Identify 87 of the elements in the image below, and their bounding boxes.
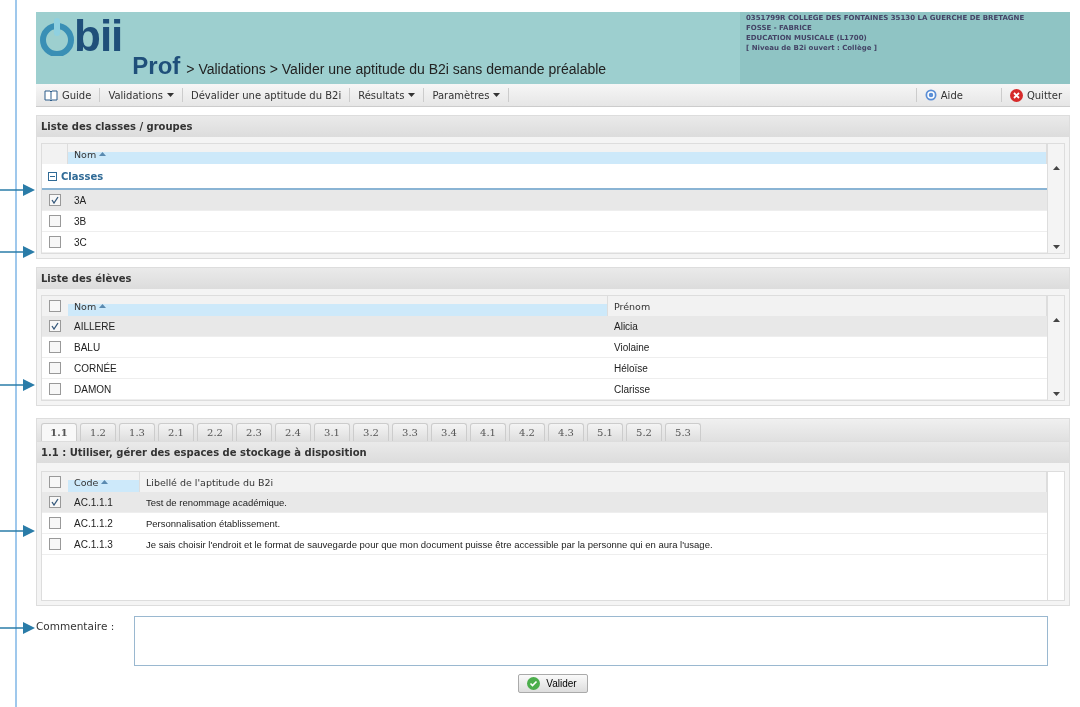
checkbox[interactable] (49, 300, 61, 312)
caret-icon (493, 92, 501, 98)
tab[interactable]: 3.2 (353, 423, 389, 441)
table-cell-text: Alicia (613, 320, 639, 332)
menu-item[interactable]: Paramètres (424, 88, 510, 102)
table-cell-text: Test de renommage académique. (145, 496, 288, 508)
group-label: Classes (61, 170, 104, 182)
checkbox[interactable] (49, 215, 61, 227)
column-header[interactable]: Nom (68, 296, 608, 316)
checkbox[interactable] (49, 236, 61, 248)
sort-ascending-icon (101, 480, 109, 484)
tab[interactable]: 5.2 (626, 423, 662, 441)
scroll-up-icon[interactable] (1052, 166, 1060, 170)
tab[interactable]: 4.3 (548, 423, 584, 441)
checkbox[interactable] (49, 341, 61, 353)
checkbox[interactable] (49, 194, 61, 206)
scroll-down-icon[interactable] (1052, 245, 1060, 249)
checkbox[interactable] (49, 476, 61, 488)
caret-icon (408, 92, 416, 98)
checkbox[interactable] (49, 320, 61, 332)
panel-title: 1.1 : Utiliser, gérer des espaces de stockage à disposition (37, 442, 1069, 463)
comment-label: Commentaire : (36, 619, 116, 634)
checkbox[interactable] (49, 517, 61, 529)
tab[interactable]: 2.3 (236, 423, 272, 441)
panel-title: Liste des classes / groupes (37, 116, 1069, 137)
table-cell-text: DAMON (73, 383, 113, 395)
table-cell-text: CORNÉE (73, 362, 118, 374)
logo-icon (40, 16, 74, 56)
panel-title: Liste des élèves (37, 268, 1069, 289)
table-cell-text: Violaine (613, 341, 651, 353)
check-circle-icon (527, 677, 541, 690)
check-icon (51, 196, 59, 204)
tab[interactable]: 2.1 (158, 423, 194, 441)
column-header[interactable]: Nom (68, 144, 1047, 164)
tab[interactable]: 1.2 (80, 423, 116, 441)
tab[interactable]: 1.1 (41, 423, 77, 441)
sort-ascending-icon (99, 152, 107, 156)
scroll-up-icon[interactable] (1052, 318, 1060, 322)
checkbox[interactable] (49, 496, 61, 508)
check-icon (51, 498, 59, 506)
scrollbar[interactable] (1047, 296, 1064, 400)
breadcrumb: > Validations > Valider une aptitude du B2i sans demande préalable (186, 61, 607, 77)
table-cell-text: BALU (73, 341, 102, 353)
table-cell-text: Héloïse (613, 362, 649, 374)
caret-icon (166, 92, 174, 98)
close-icon (1009, 88, 1023, 102)
tab[interactable]: 3.1 (314, 423, 350, 441)
tab[interactable]: 3.4 (431, 423, 467, 441)
table-cell-text: 3A (73, 194, 88, 206)
logo-text: bii (74, 14, 123, 58)
sort-ascending-icon (99, 304, 107, 308)
table-cell-text: AILLERE (73, 320, 117, 332)
role-title: Prof (132, 52, 181, 80)
table-cell-text: Clarisse (613, 383, 652, 395)
checkbox[interactable] (49, 362, 61, 374)
table-cell-text: Personnalisation établissement. (145, 517, 282, 529)
collapse-icon[interactable] (48, 171, 57, 181)
column-header[interactable]: Code (68, 472, 140, 492)
table-cell-text: AC.1.1.3 (73, 538, 114, 550)
tab[interactable]: 2.4 (275, 423, 311, 441)
menu-item[interactable]: Dévalider une aptitude du B2i (182, 88, 351, 102)
menu-item[interactable]: Quitter (1000, 88, 1070, 102)
table-cell-text: AC.1.1.1 (73, 496, 114, 508)
scroll-down-icon[interactable] (1052, 392, 1060, 396)
table-cell-text: 3C (73, 236, 88, 248)
tab[interactable]: 5.1 (587, 423, 623, 441)
table-cell-text: Je sais choisir l'endroit et le format de sauvegarde pour que mon document puisse être accessible par la personne qui en aura l'usage. (145, 538, 714, 550)
check-icon (51, 322, 59, 330)
menu-item[interactable]: Résultats (350, 88, 425, 102)
help-icon (924, 89, 937, 101)
tab[interactable]: 4.1 (470, 423, 506, 441)
tab[interactable]: 1.3 (119, 423, 155, 441)
checkbox[interactable] (49, 383, 61, 395)
menu-item[interactable]: Aide (915, 88, 971, 102)
tab[interactable]: 3.3 (392, 423, 428, 441)
table-cell-text: AC.1.1.2 (73, 517, 114, 529)
tab[interactable]: 5.3 (665, 423, 701, 441)
menu-item[interactable]: Validations (100, 88, 183, 102)
menu-item[interactable]: Guide (36, 88, 101, 102)
checkbox[interactable] (49, 538, 61, 550)
table-cell-text: 3B (73, 215, 88, 227)
tab[interactable]: 4.2 (509, 423, 545, 441)
comment-field[interactable] (134, 616, 1048, 666)
tab[interactable]: 2.2 (197, 423, 233, 441)
book-icon (44, 89, 58, 101)
scrollbar[interactable] (1047, 144, 1064, 253)
submit-button[interactable]: Valider (518, 674, 588, 693)
